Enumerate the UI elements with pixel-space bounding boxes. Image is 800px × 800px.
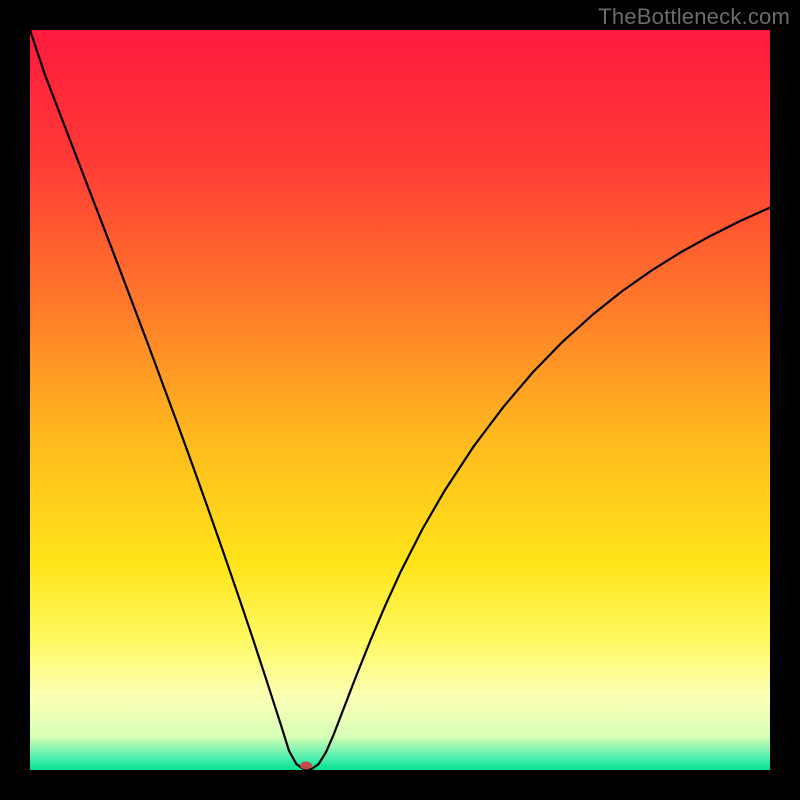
plot-background [30,30,770,770]
watermark-text: TheBottleneck.com [598,4,790,30]
chart-frame: TheBottleneck.com [0,0,800,800]
current-point-marker [300,762,312,770]
bottleneck-chart [0,0,800,800]
